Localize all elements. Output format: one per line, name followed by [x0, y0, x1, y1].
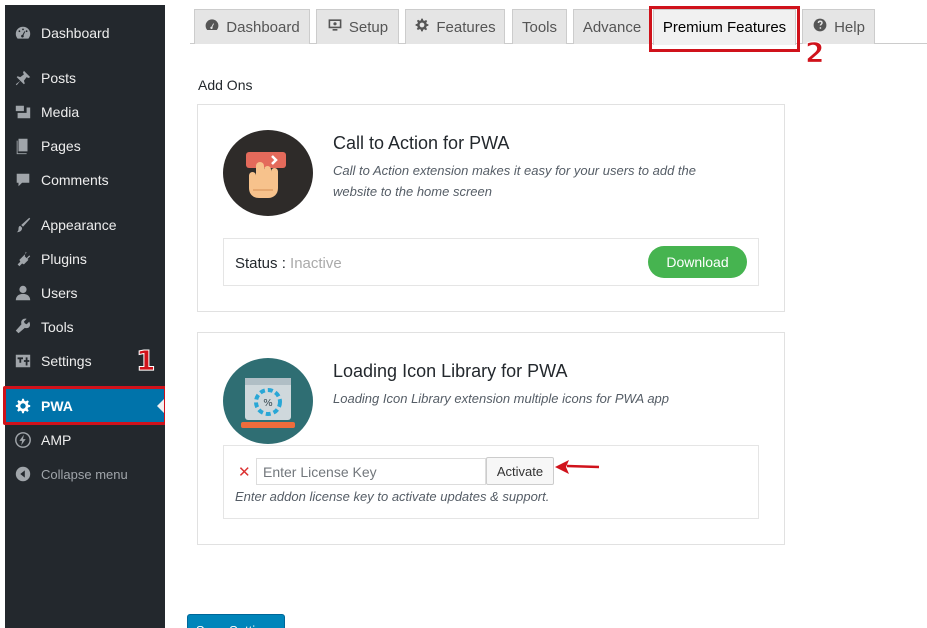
addon-card-loading-icon: % Loading Icon Library for PWA Loading I… [197, 332, 785, 545]
annotation-marker-2: 2 [804, 36, 825, 70]
loading-icon: % [223, 358, 313, 444]
collapse-menu-button[interactable]: Collapse menu [5, 457, 165, 491]
sidebar-item-label: Settings [41, 353, 92, 369]
user-icon [5, 284, 41, 302]
highlight-box-premium-tab [649, 6, 800, 52]
bolt-icon [5, 431, 41, 449]
addon-description: Call to Action extension makes it easy f… [333, 163, 696, 199]
sidebar-item-label: Users [41, 285, 78, 301]
tab-setup[interactable]: Setup [316, 9, 399, 44]
plug-icon [5, 250, 41, 268]
sidebar-item-label: AMP [41, 432, 72, 448]
sidebar-item-amp[interactable]: AMP [5, 423, 165, 457]
pages-icon [5, 137, 41, 155]
sidebar-item-label: Posts [41, 70, 77, 86]
sidebar-item-label: Plugins [41, 251, 87, 267]
license-bar: ✕ Activate Enter addon license key to ac… [223, 445, 759, 519]
help-icon [812, 17, 828, 37]
admin-sidebar: Dashboard Posts Media Pages Comments App… [5, 5, 165, 628]
brush-icon [5, 216, 41, 234]
tab-advance[interactable]: Advance [573, 9, 651, 44]
status-label-text: Status : [235, 255, 286, 272]
monitor-icon [327, 17, 343, 37]
wrench-icon [5, 318, 41, 336]
download-button[interactable]: Download [648, 246, 747, 278]
addon-status-bar: Status : Inactive Download [223, 238, 759, 286]
sidebar-item-label: Appearance [41, 217, 117, 233]
save-settings-button[interactable]: Save Settings [187, 614, 285, 628]
sidebar-item-label: Dashboard [41, 25, 110, 41]
license-help-text: Enter addon license key to activate upda… [235, 489, 550, 504]
dashboard-icon [5, 24, 41, 42]
tab-tools[interactable]: Tools [512, 9, 567, 44]
sidebar-item-label: Pages [41, 138, 81, 154]
sidebar-item-label: Tools [41, 319, 74, 335]
sidebar-item-pages[interactable]: Pages [5, 129, 165, 163]
svg-text:%: % [263, 398, 273, 409]
license-key-input[interactable] [256, 458, 486, 485]
status-value: Inactive [290, 255, 342, 272]
gear-icon [414, 17, 430, 37]
activate-button[interactable]: Activate [486, 457, 554, 485]
tab-label: Advance [582, 18, 642, 36]
hand-tap-icon [223, 130, 313, 216]
annotation-marker-1: 1 [135, 344, 156, 378]
sidebar-item-plugins[interactable]: Plugins [5, 242, 165, 276]
sidebar-item-users[interactable]: Users [5, 276, 165, 310]
collapse-icon [5, 465, 41, 483]
pin-icon [5, 69, 41, 87]
sidebar-item-dashboard[interactable]: Dashboard [5, 16, 165, 50]
main-content: Dashboard Setup Features Tools Advance P… [165, 0, 927, 628]
addon-description: Loading Icon Library extension multiple … [333, 391, 670, 406]
addon-title: Call to Action for PWA [333, 133, 510, 153]
highlight-box-pwa [3, 386, 167, 425]
media-icon [5, 103, 41, 121]
sidebar-item-label: Media [41, 104, 80, 120]
sidebar-item-comments[interactable]: Comments [5, 163, 165, 197]
settings-icon [5, 352, 41, 370]
sidebar-item-label: Collapse menu [41, 466, 128, 482]
sidebar-item-media[interactable]: Media [5, 95, 165, 129]
addon-card-call-to-action: Call to Action for PWA Call to Action ex… [197, 104, 785, 312]
tab-label: Help [834, 18, 865, 36]
close-icon: ✕ [238, 464, 251, 481]
sidebar-item-label: Comments [41, 172, 109, 188]
tab-dashboard[interactable]: Dashboard [194, 9, 310, 44]
annotation-arrow [555, 460, 600, 474]
sidebar-item-posts[interactable]: Posts [5, 61, 165, 95]
dashboard-icon [204, 17, 220, 37]
comment-icon [5, 171, 41, 189]
tab-label: Tools [521, 18, 558, 36]
addon-title: Loading Icon Library for PWA [333, 361, 568, 381]
tab-label: Dashboard [226, 18, 300, 36]
tab-label: Setup [348, 18, 389, 36]
section-title: Add Ons [198, 77, 253, 93]
sidebar-item-tools[interactable]: Tools [5, 310, 165, 344]
tab-label: Features [436, 18, 496, 36]
sidebar-item-appearance[interactable]: Appearance [5, 208, 165, 242]
status-label: Status : Inactive [235, 255, 342, 272]
tab-features[interactable]: Features [405, 9, 505, 44]
